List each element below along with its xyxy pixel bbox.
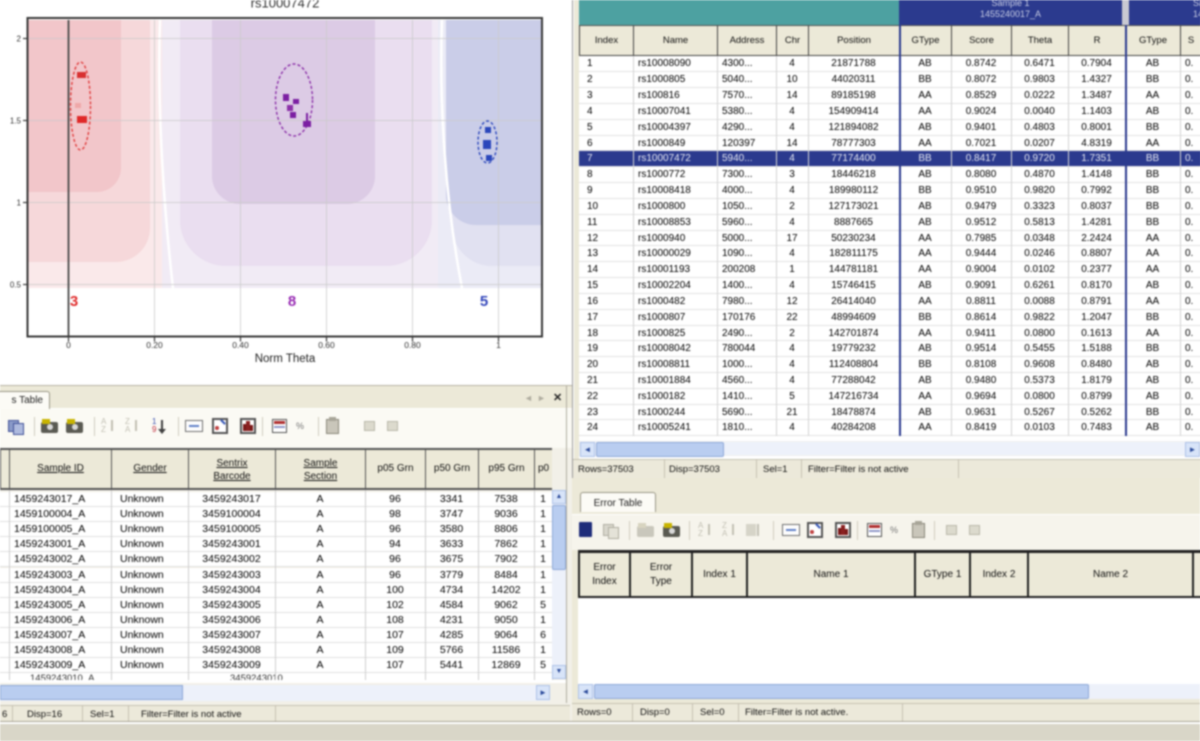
- svg-text:0.80: 0.80: [404, 340, 421, 350]
- svg-text:5: 5: [480, 293, 488, 310]
- svg-text:2: 2: [17, 35, 22, 44]
- svg-text:0.40: 0.40: [232, 340, 249, 350]
- svg-text:3: 3: [70, 293, 78, 310]
- svg-text:Norm Theta: Norm Theta: [255, 353, 316, 365]
- svg-text:1: 1: [17, 199, 22, 208]
- svg-text:1.5: 1.5: [10, 117, 22, 126]
- svg-text:0.5: 0.5: [10, 281, 22, 290]
- svg-text:8: 8: [288, 293, 296, 310]
- svg-text:rs10007472: rs10007472: [251, 0, 320, 11]
- svg-text:1: 1: [496, 340, 501, 350]
- svg-text:0.60: 0.60: [318, 340, 335, 350]
- svg-text:0: 0: [66, 340, 71, 350]
- svg-text:0.20: 0.20: [146, 340, 163, 350]
